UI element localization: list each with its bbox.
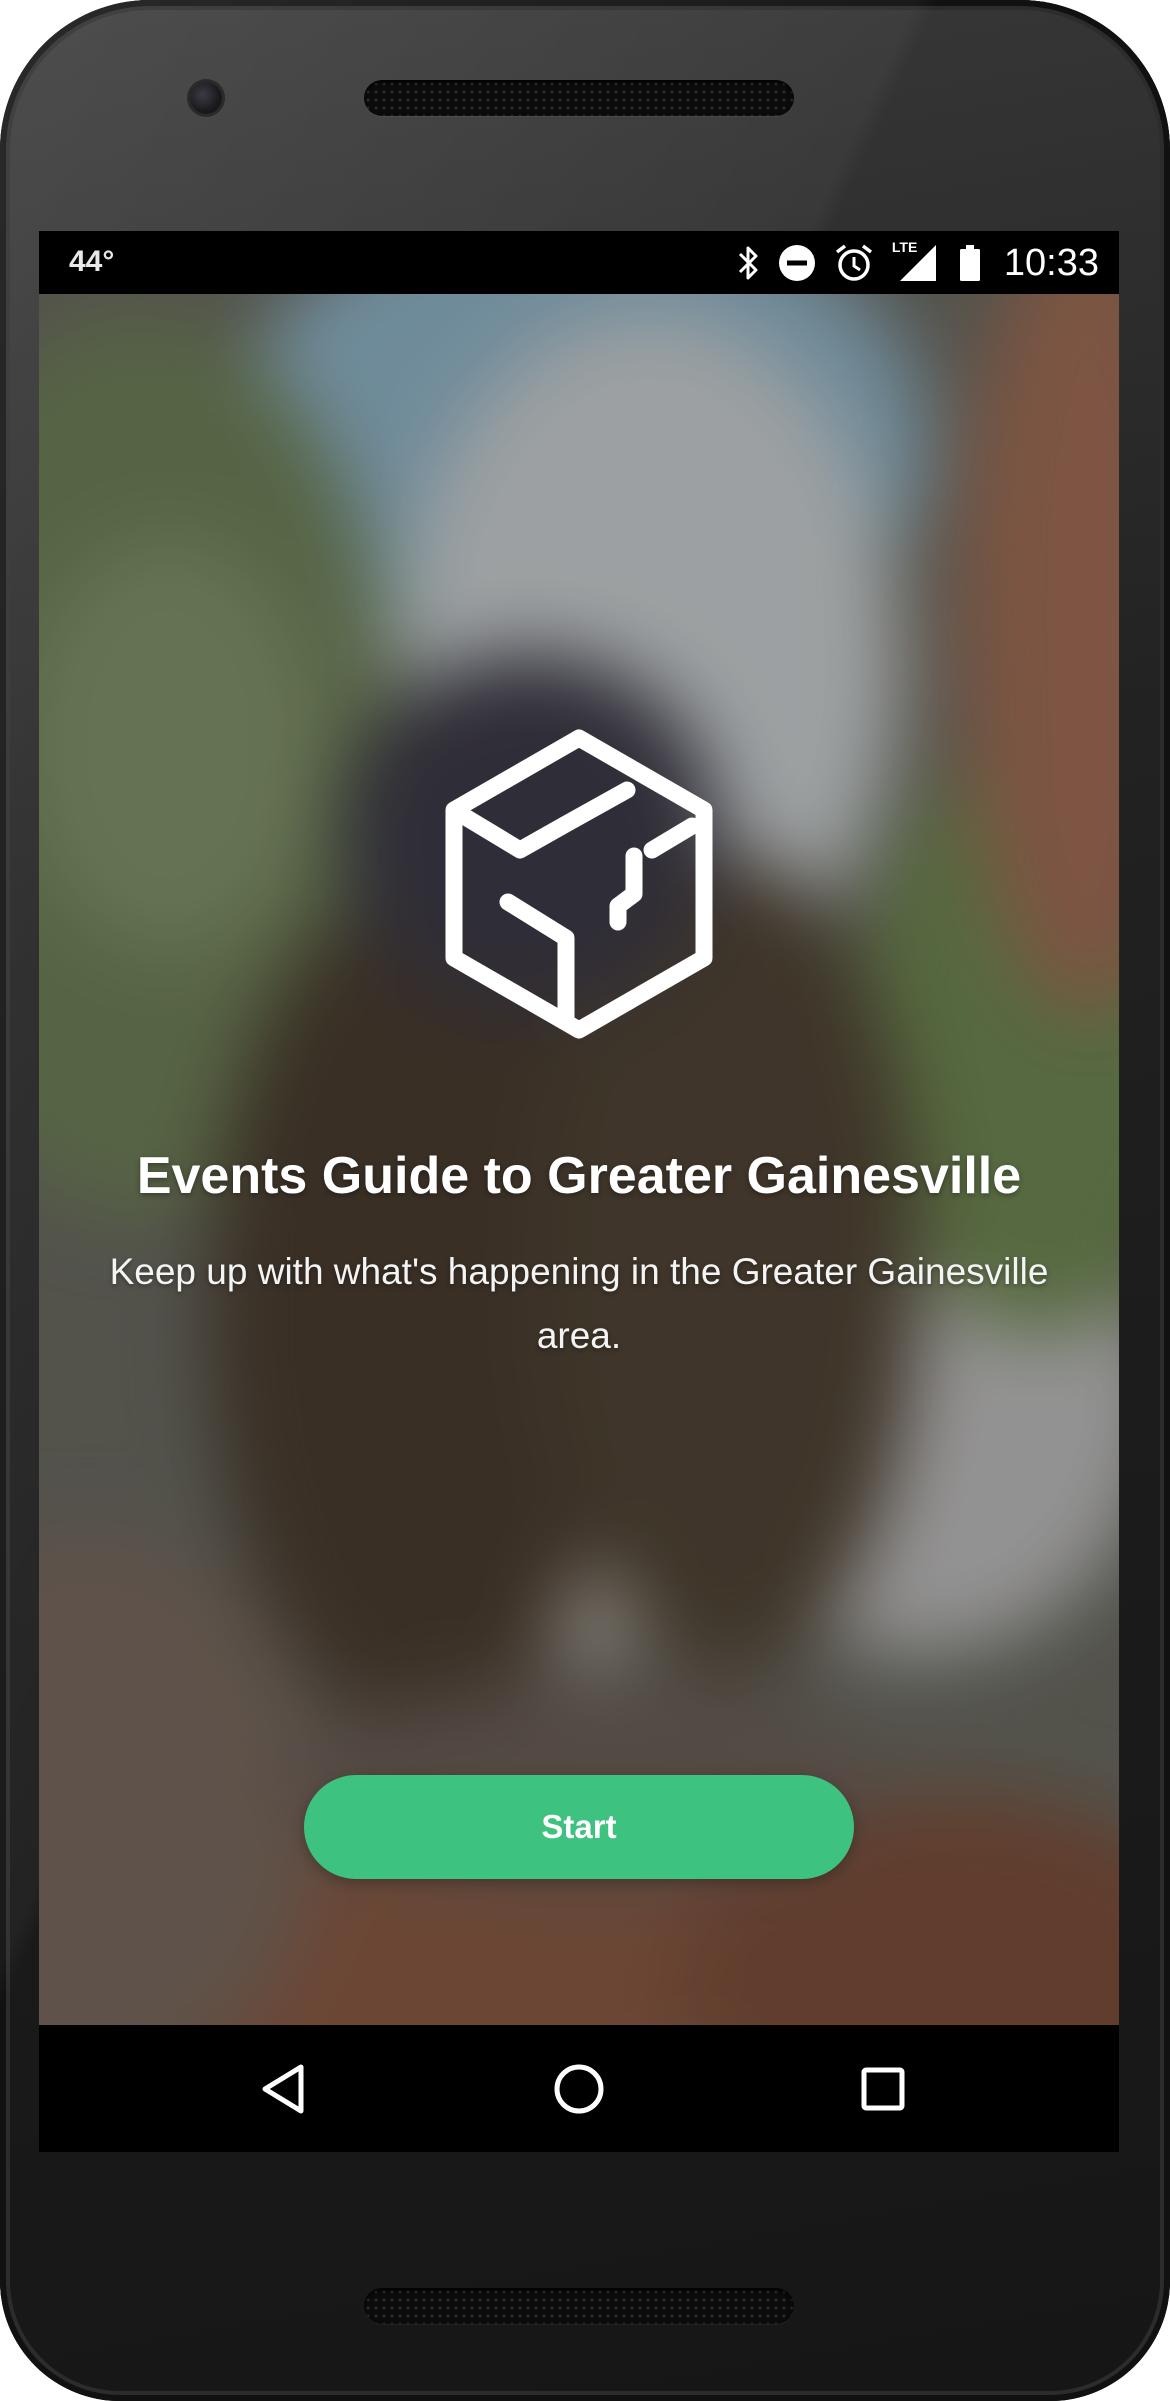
bottom-speaker-grille [364, 2288, 794, 2324]
start-button[interactable]: Start [304, 1775, 854, 1879]
top-speaker-grille [364, 80, 794, 116]
screen: 44° LTE 10:33 Events Guide to Greater Ga… [39, 231, 1119, 2152]
battery-icon [958, 243, 982, 283]
phone-frame: 44° LTE 10:33 Events Guide to Greater Ga… [0, 0, 1170, 2401]
lte-label: LTE [891, 239, 918, 255]
page-description: Keep up with what's happening in the Gre… [109, 1251, 1049, 1356]
recents-icon [861, 2067, 905, 2111]
bluetooth-icon [736, 243, 760, 283]
status-time: 10:33 [1003, 241, 1099, 284]
status-icons: LTE 10:33 [736, 239, 1099, 287]
recents-button[interactable] [847, 2053, 919, 2125]
lte-signal-icon: LTE [891, 239, 940, 285]
status-bar: 44° LTE 10:33 [39, 231, 1119, 294]
home-button[interactable] [543, 2053, 615, 2125]
front-camera [190, 82, 222, 114]
do-not-disturb-icon [778, 244, 816, 282]
navigation-bar [39, 2025, 1119, 2152]
alarm-icon [834, 243, 874, 283]
page-title: Events Guide to Greater Gainesville [136, 1147, 1022, 1205]
back-button[interactable] [247, 2053, 319, 2125]
cube-logo-icon [445, 729, 713, 1039]
back-icon [262, 2064, 304, 2114]
onboarding-hero: Events Guide to Greater Gainesville Keep… [39, 294, 1119, 2025]
status-temperature: 44° [69, 245, 115, 278]
home-icon [554, 2064, 604, 2114]
